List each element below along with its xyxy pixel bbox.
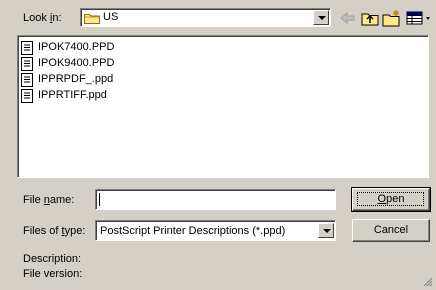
up-folder-icon[interactable] xyxy=(359,9,381,27)
file-version-label: File version: xyxy=(23,268,83,280)
file-name: IPOK9400.PPD xyxy=(38,57,115,69)
file-name: IPOK7400.PPD xyxy=(38,41,115,53)
look-in-value: US xyxy=(103,11,119,23)
open-button[interactable]: Open xyxy=(351,187,431,212)
focus-rect xyxy=(357,192,424,206)
file-list[interactable]: IPOK7400.PPD IPOK9400.PPD IPPRPDF_.ppd I… xyxy=(17,35,429,178)
file-name-label: File name: xyxy=(23,194,75,206)
look-in-label: Look in: xyxy=(23,12,62,24)
file-icon xyxy=(21,57,33,71)
resize-grip-icon[interactable] xyxy=(423,277,433,287)
file-name-input[interactable] xyxy=(95,189,336,210)
folder-icon xyxy=(84,14,100,24)
view-menu-icon[interactable] xyxy=(404,9,434,27)
cancel-button[interactable]: Cancel xyxy=(352,219,430,242)
description-label: Description: xyxy=(23,253,82,265)
file-type-dropdown[interactable]: PostScript Printer Descriptions (*.ppd) xyxy=(95,220,336,241)
file-type-value: PostScript Printer Descriptions (*.ppd) xyxy=(100,225,286,237)
back-arrow-icon[interactable] xyxy=(336,9,358,27)
file-name: IPPRPDF_.ppd xyxy=(38,73,114,85)
file-icon xyxy=(21,73,33,87)
look-in-dropdown-button[interactable] xyxy=(313,10,329,25)
file-name: IPPRTIFF.ppd xyxy=(38,89,107,101)
file-icon xyxy=(21,89,33,103)
file-type-dropdown-button[interactable] xyxy=(318,223,334,238)
text-caret xyxy=(99,193,100,206)
look-in-dropdown[interactable]: US xyxy=(80,8,331,27)
file-type-label: Files of type: xyxy=(23,225,86,237)
file-icon xyxy=(21,41,33,55)
new-folder-icon[interactable] xyxy=(381,9,403,27)
